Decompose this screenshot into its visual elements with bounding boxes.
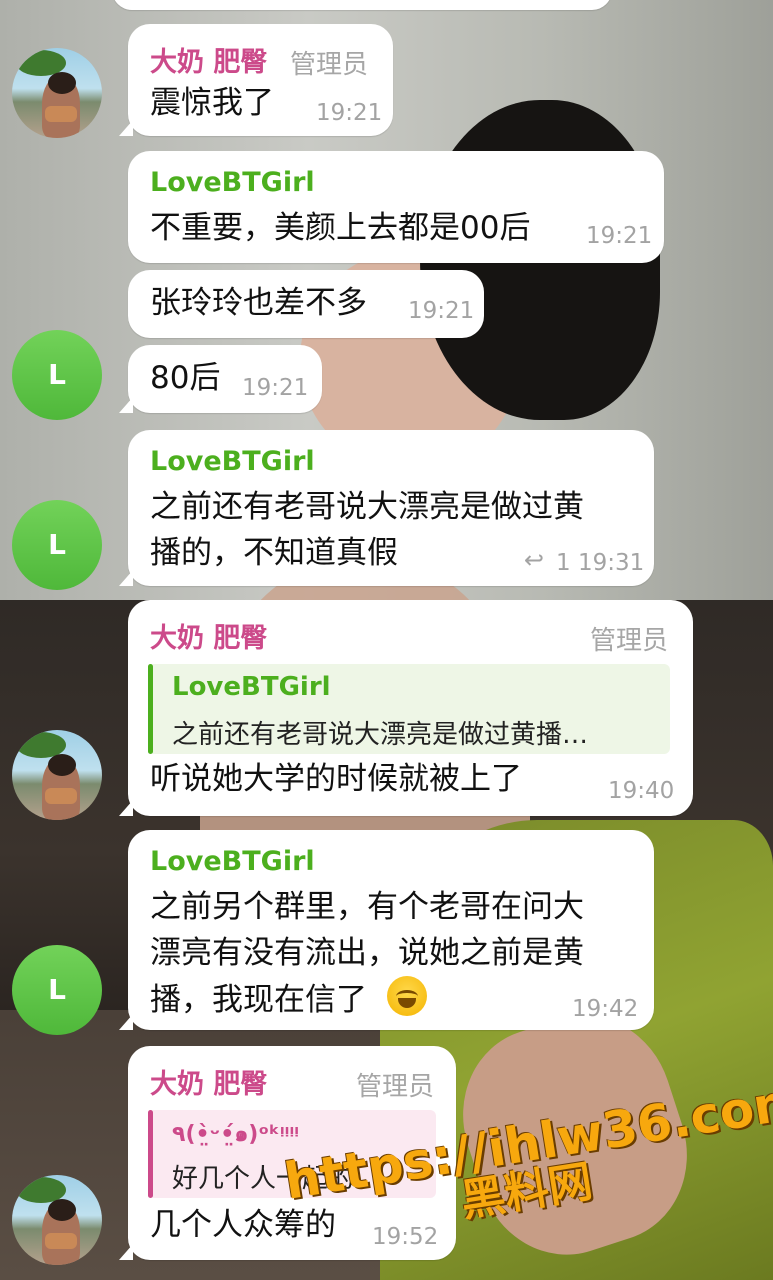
message-text: 几个人众筹的 — [150, 1207, 336, 1243]
message-time: 19:40 — [608, 778, 675, 804]
message-time: 19:21 — [408, 298, 475, 324]
message-bubble[interactable]: 大奶 肥臀 管理员 LoveBTGirl 之前还有老哥说大漂亮是做过黄播… 听说… — [119, 600, 693, 816]
message-text-line: 播的，不知道真假 — [150, 535, 398, 571]
message-time: 19:21 — [242, 375, 309, 401]
message-bubble[interactable]: 大奶 肥臀 管理员 震惊我了 19:21 — [119, 24, 393, 136]
message-bubble[interactable]: 80后 19:21 — [119, 345, 322, 413]
message-text-line: 之前另个群里，有个老哥在问大 — [150, 889, 584, 925]
avatar-lovebtgirl[interactable]: L — [12, 500, 102, 590]
message-time: 19:21 — [586, 223, 653, 249]
message-time: 19:52 — [372, 1224, 439, 1250]
avatar-admin[interactable] — [12, 1175, 102, 1265]
sender-name[interactable]: 大奶 肥臀 — [150, 616, 267, 655]
message-text: 震惊我了 — [150, 85, 274, 121]
quote-sender: LoveBTGirl — [172, 672, 331, 702]
sender-name[interactable]: LoveBTGirl — [150, 846, 315, 877]
admin-badge: 管理员 — [356, 1072, 435, 1102]
admin-badge: 管理员 — [590, 626, 669, 656]
message-bubble[interactable]: LoveBTGirl 之前另个群里，有个老哥在问大 漂亮有没有流出，说她之前是黄… — [119, 830, 654, 1030]
message-text-line3: 播，我现在信了 — [150, 982, 367, 1018]
message-text-line: 播，我现在信了 — [150, 976, 427, 1023]
sender-name[interactable]: LoveBTGirl — [150, 446, 315, 477]
reply-count[interactable]: 1 — [556, 550, 571, 576]
avatar-lovebtgirl[interactable]: L — [12, 945, 102, 1035]
avatar-lovebtgirl[interactable]: L — [12, 330, 102, 420]
message-time: 19:42 — [572, 996, 639, 1022]
message-time: 19:21 — [316, 100, 383, 126]
joy-emoji-icon — [386, 976, 427, 1016]
reply-quote[interactable]: LoveBTGirl 之前还有老哥说大漂亮是做过黄播… — [148, 664, 670, 754]
message-bubble[interactable]: LoveBTGirl 之前还有老哥说大漂亮是做过黄 播的，不知道真假 ↩ 1 1… — [119, 430, 654, 586]
avatar-admin[interactable] — [12, 730, 102, 820]
sender-name[interactable]: 大奶 肥臀 — [150, 1062, 267, 1101]
sender-name[interactable]: LoveBTGirl — [150, 167, 315, 198]
message-time: 19:31 — [578, 550, 645, 576]
message-text: 张玲玲也差不多 — [150, 285, 367, 321]
message-text-line: 之前还有老哥说大漂亮是做过黄 — [150, 489, 584, 525]
message-text: 不重要，美颜上去都是00后 — [150, 210, 531, 246]
message-bubble[interactable]: 张玲玲也差不多 19:21 — [128, 270, 484, 338]
avatar-admin[interactable] — [12, 48, 102, 138]
message-bubble[interactable]: LoveBTGirl 不重要，美颜上去都是00后 19:21 — [128, 151, 664, 263]
message-text: 80后 — [150, 360, 221, 396]
quote-text: 之前还有老哥说大漂亮是做过黄播… — [172, 720, 589, 750]
message-text: 听说她大学的时候就被上了 — [150, 761, 522, 797]
sender-name[interactable]: 大奶 肥臀 — [150, 40, 267, 79]
message-bubble-partial[interactable] — [112, 0, 612, 10]
admin-badge: 管理员 — [290, 50, 369, 80]
quote-sender: ٩(•̤̀ᵕ•̤́๑)ᵒᵏᵎᵎᵎᵎ — [172, 1122, 300, 1147]
message-text-line: 漂亮有没有流出，说她之前是黄 — [150, 935, 584, 971]
reply-arrow-icon[interactable]: ↩ — [524, 546, 544, 574]
